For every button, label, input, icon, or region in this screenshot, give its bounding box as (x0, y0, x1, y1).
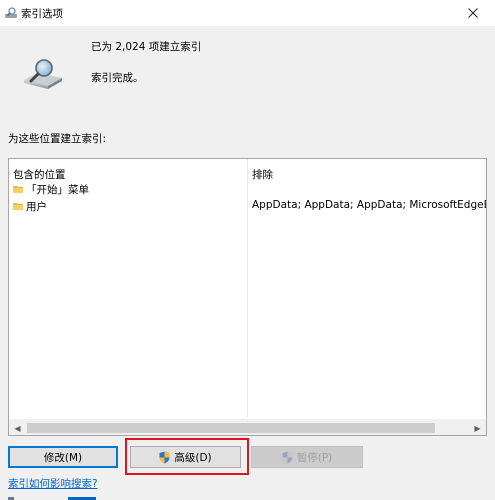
scroll-right-arrow-icon[interactable]: ▶ (469, 420, 486, 435)
folder-icon (13, 186, 23, 193)
advanced-button-label: 高级(D) (174, 451, 212, 464)
window-title: 索引选项 (21, 8, 63, 20)
index-locations-list[interactable]: 包含的位置 排除 「开始」菜单 用户 AppData; AppData; App… (8, 158, 487, 436)
modify-button[interactable]: 修改(M) (8, 446, 118, 468)
close-button[interactable] (451, 0, 495, 26)
indexed-count-text: 已为 2,024 项建立索引 (91, 41, 202, 53)
column-header-excluded: 排除 (252, 169, 273, 181)
included-location: 用户 (26, 201, 47, 213)
index-status: 已为 2,024 项建立索引 索引完成。 (0, 26, 495, 120)
index-locations-label: 为这些位置建立索引: (8, 133, 107, 145)
pause-button-label: 暂停(P) (296, 451, 333, 464)
excluded-paths: AppData; AppData; AppData; MicrosoftEdge… (252, 199, 487, 211)
modify-button-label: 修改(M) (43, 451, 83, 464)
close-icon (468, 8, 478, 18)
column-header-included: 包含的位置 (13, 169, 66, 181)
advanced-button[interactable]: 高级(D) (130, 446, 241, 468)
table-row[interactable]: 「开始」菜单 (9, 181, 486, 197)
included-location: 「开始」菜单 (26, 184, 89, 196)
pause-button[interactable]: 暂停(P) (251, 446, 363, 468)
uac-shield-icon (159, 451, 170, 463)
indexing-options-icon (5, 7, 17, 18)
folder-icon (13, 203, 23, 210)
indexing-drive-icon (24, 59, 62, 89)
title-bar: 索引选项 (0, 0, 495, 26)
indexing-status-text: 索引完成。 (91, 72, 144, 84)
table-row[interactable]: 用户 AppData; AppData; AppData; MicrosoftE… (9, 198, 486, 214)
how-indexing-affects-search-link[interactable]: 索引如何影响搜索? (8, 476, 98, 491)
horizontal-scrollbar[interactable]: ◀ ▶ (9, 419, 486, 435)
scrollbar-thumb[interactable] (27, 423, 435, 433)
scroll-left-arrow-icon[interactable]: ◀ (9, 420, 26, 435)
cut-off-link (8, 494, 98, 500)
uac-shield-icon (282, 451, 293, 463)
